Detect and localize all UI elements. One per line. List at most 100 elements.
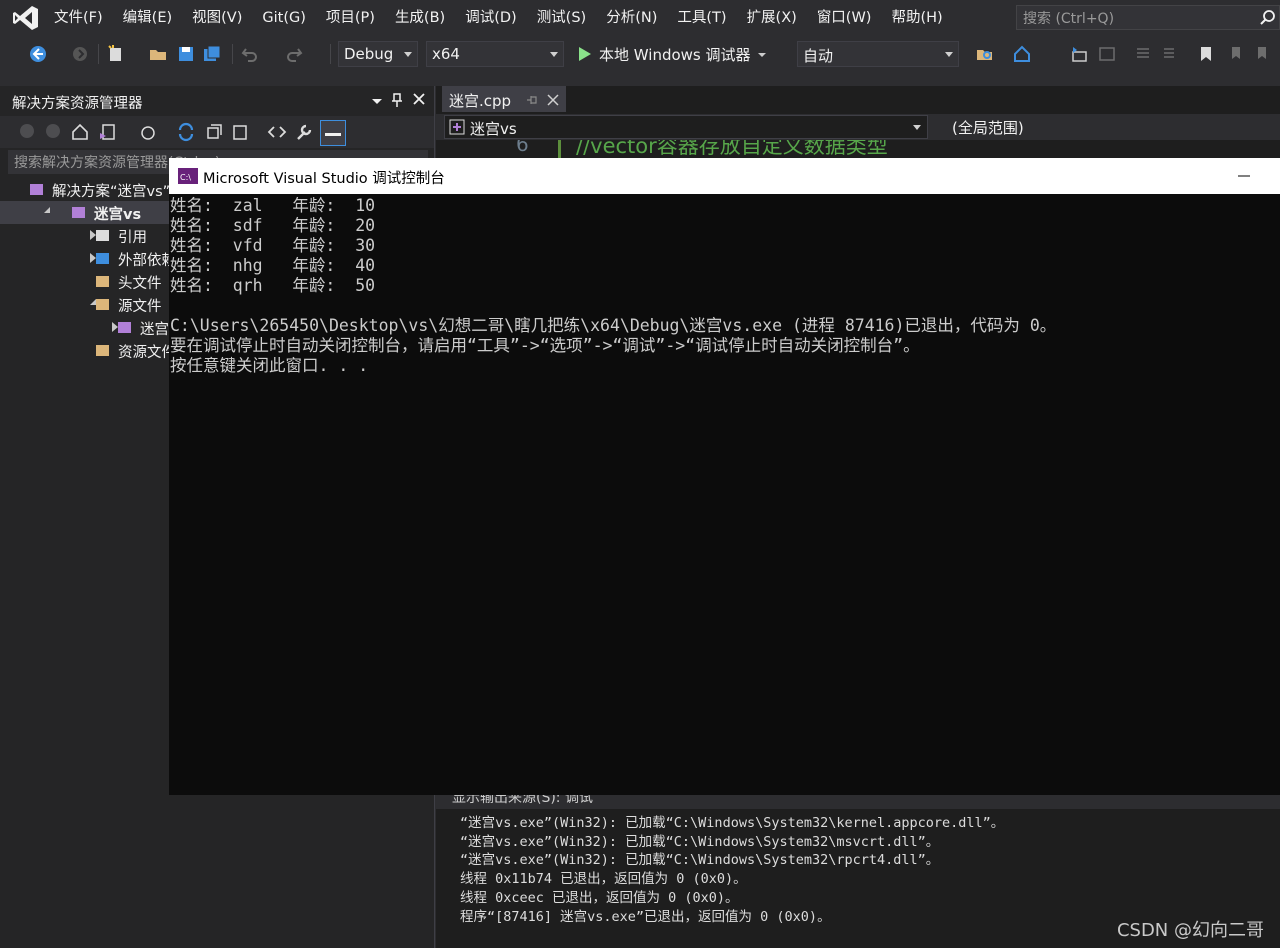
solution-platform-dropdown[interactable]: x64: [426, 41, 564, 67]
solution-explorer-toolbar: [0, 116, 434, 148]
redo-icon[interactable]: [284, 44, 304, 64]
undo-icon[interactable]: [240, 44, 260, 64]
expanded-arrow-icon[interactable]: [44, 207, 50, 213]
output-toolbar: 显示输出来源(S): 调试: [436, 795, 1280, 809]
menu-item[interactable]: 视图(V): [182, 0, 252, 36]
toolbar-separator: [98, 44, 99, 64]
collapse-all-icon[interactable]: [204, 122, 224, 142]
tree-node-icon: [96, 299, 109, 310]
back-arrow-icon[interactable]: [28, 44, 48, 64]
find-in-files-icon[interactable]: [975, 44, 995, 64]
home-icon[interactable]: [70, 122, 90, 142]
menu-item[interactable]: 测试(S): [527, 0, 597, 36]
view-code-icon[interactable]: [266, 122, 288, 142]
menu-item[interactable]: 生成(B): [385, 0, 455, 36]
dropdown-arrow-icon: [550, 52, 558, 57]
dropdown-arrow-icon: [945, 52, 953, 57]
auto-dropdown[interactable]: 自动: [797, 41, 959, 67]
dropdown-arrow-icon: [913, 125, 921, 130]
menu-item[interactable]: Git(G): [252, 0, 316, 36]
solution-configuration-dropdown[interactable]: Debug: [338, 41, 418, 67]
pin-tab-icon[interactable]: [526, 94, 538, 106]
csdn-watermark: CSDN @幻向二哥: [1116, 920, 1264, 941]
project-name: 迷宫vs: [470, 120, 517, 138]
menu-item[interactable]: 扩展(X): [737, 0, 807, 36]
minimize-icon[interactable]: [1237, 170, 1251, 182]
sync-icon[interactable]: [176, 122, 196, 142]
platform-value: x64: [432, 45, 460, 63]
switch-views-icon[interactable]: [98, 122, 118, 142]
pending-changes-filter-icon[interactable]: [138, 122, 158, 142]
console-line: 姓名: nhg 年龄: 40: [170, 256, 376, 275]
forward-icon[interactable]: [44, 122, 62, 140]
debug-console-window[interactable]: C:\ Microsoft Visual Studio 调试控制台 姓名: za…: [169, 158, 1280, 795]
tree-item-label: 解决方案“迷宫vs”: [52, 184, 171, 200]
scope-dropdown[interactable]: (全局范围): [928, 115, 1280, 139]
project-dropdown[interactable]: 迷宫vs: [444, 115, 928, 139]
console-title: Microsoft Visual Studio 调试控制台: [203, 171, 445, 187]
minus-icon: [325, 133, 341, 136]
output-source-label[interactable]: 显示输出来源(S): 调试: [452, 795, 593, 807]
close-tab-icon[interactable]: [547, 94, 559, 106]
next-bookmark-icon[interactable]: [1253, 44, 1273, 64]
save-all-icon[interactable]: [202, 44, 222, 64]
start-debugging-icon[interactable]: [575, 44, 595, 64]
back-icon[interactable]: [18, 122, 36, 140]
tree-node-icon: [96, 345, 109, 356]
close-icon[interactable]: [412, 92, 426, 106]
properties-wrench-icon[interactable]: [294, 122, 314, 142]
output-line: “迷宫vs.exe”(Win32): 已加载“C:\Windows\System…: [460, 852, 940, 869]
cpp-project-icon: [449, 119, 465, 135]
show-all-files-icon[interactable]: [230, 122, 250, 142]
menu-item[interactable]: 工具(T): [667, 0, 736, 36]
toolbar-separator: [330, 44, 331, 64]
comment-lines-icon[interactable]: [1133, 44, 1153, 64]
change-indicator: [558, 140, 561, 158]
search-input[interactable]: [1021, 8, 1255, 29]
panel-title: 解决方案资源管理器: [12, 96, 143, 112]
console-line: 姓名: vfd 年龄: 30: [170, 236, 376, 255]
output-text[interactable]: “迷宫vs.exe”(Win32): 已加载“C:\Windows\System…: [460, 814, 1004, 926]
menu-item[interactable]: 编辑(E): [113, 0, 182, 36]
pin-icon[interactable]: [390, 92, 404, 108]
console-line: 姓名: zal 年龄: 10: [170, 196, 376, 215]
window-layout-icon[interactable]: [1097, 44, 1117, 64]
code-comment: //vector容器存放自定义数据类型: [576, 140, 888, 158]
save-icon[interactable]: [176, 44, 196, 64]
preview-selected-items-button[interactable]: [320, 120, 346, 146]
search-icon[interactable]: [1259, 9, 1277, 27]
menu-item[interactable]: 文件(F): [44, 0, 113, 36]
menu-item[interactable]: 调试(D): [455, 0, 526, 36]
output-line: 线程 0xceec 已退出，返回值为 0 (0x0)。: [460, 889, 739, 906]
forward-arrow-icon[interactable]: [70, 44, 90, 64]
menu-item[interactable]: 帮助(H): [881, 0, 952, 36]
menu-item[interactable]: 窗口(W): [807, 0, 882, 36]
tab-label: 迷宫.cpp: [449, 92, 512, 110]
code-view[interactable]: 6 //vector容器存放自定义数据类型: [436, 140, 1280, 158]
console-output[interactable]: 姓名: zal 年龄: 10 姓名: sdf 年龄: 20 姓名: vfd 年龄: …: [170, 196, 1270, 376]
tree-node-icon: [96, 276, 109, 287]
open-folder-icon[interactable]: [148, 44, 168, 64]
step-icon[interactable]: [1069, 44, 1089, 64]
tree-item-label: 头文件: [118, 276, 162, 292]
start-debugger-label[interactable]: 本地 Windows 调试器: [599, 44, 751, 65]
menu-item[interactable]: 项目(P): [316, 0, 385, 36]
main-menu: 文件(F) 编辑(E) 视图(V) Git(G) 项目(P) 生成(B) 调试(D) 测试(S…: [44, 0, 953, 36]
tab-mi-gong-cpp[interactable]: 迷宫.cpp: [442, 86, 566, 112]
menu-item[interactable]: 分析(N): [596, 0, 667, 36]
previous-bookmark-icon[interactable]: [1225, 44, 1245, 64]
search-box[interactable]: [1016, 5, 1280, 30]
auto-value: 自动: [803, 47, 834, 65]
new-item-icon[interactable]: [106, 44, 126, 64]
dropdown-arrow-icon[interactable]: [752, 44, 772, 64]
panel-menu-icon[interactable]: [370, 94, 384, 108]
visual-studio-logo-icon[interactable]: [12, 4, 40, 32]
home-icon[interactable]: [1012, 44, 1032, 64]
console-title-bar[interactable]: C:\ Microsoft Visual Studio 调试控制台: [169, 158, 1280, 194]
output-line: “迷宫vs.exe”(Win32): 已加载“C:\Windows\System…: [460, 833, 940, 850]
standard-toolbar: 本地 Windows 调试器: [0, 36, 1280, 72]
output-line: 程序“[87416] 迷宫vs.exe”已退出，返回值为 0 (0x0)。: [460, 908, 831, 925]
uncomment-lines-icon[interactable]: [1160, 44, 1180, 64]
bookmark-icon[interactable]: [1196, 44, 1216, 64]
